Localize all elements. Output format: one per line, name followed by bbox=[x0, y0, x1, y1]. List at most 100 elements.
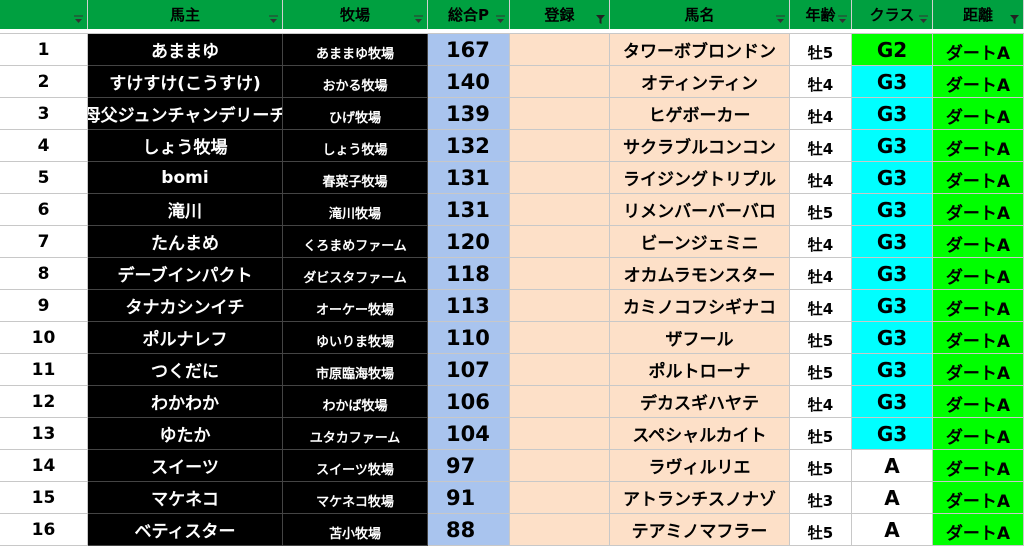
filter-dropdown-icon[interactable] bbox=[72, 13, 84, 25]
cell-owner[interactable]: 母父ジュンチャンデリーチ bbox=[88, 98, 283, 130]
cell-horse[interactable]: ビーンジェミニ bbox=[610, 226, 790, 258]
cell-rank[interactable]: 11 bbox=[0, 354, 88, 386]
cell-farm[interactable]: しょう牧場 bbox=[283, 130, 428, 162]
cell-owner[interactable]: bomi bbox=[88, 162, 283, 194]
cell-rank[interactable]: 7 bbox=[0, 226, 88, 258]
cell-age[interactable]: 牡3 bbox=[790, 482, 852, 514]
cell-farm[interactable]: あままゆ牧場 bbox=[283, 34, 428, 66]
cell-horse[interactable]: ヒゲボーカー bbox=[610, 98, 790, 130]
cell-rank[interactable]: 16 bbox=[0, 514, 88, 546]
cell-registration[interactable] bbox=[510, 226, 610, 258]
cell-age[interactable]: 牡5 bbox=[790, 514, 852, 546]
cell-rank[interactable]: 12 bbox=[0, 386, 88, 418]
cell-registration[interactable] bbox=[510, 194, 610, 226]
cell-age[interactable]: 牡5 bbox=[790, 418, 852, 450]
filter-dropdown-icon[interactable] bbox=[267, 13, 279, 25]
cell-class[interactable]: A bbox=[852, 450, 933, 482]
cell-farm[interactable]: ひげ牧場 bbox=[283, 98, 428, 130]
cell-age[interactable]: 牡5 bbox=[790, 450, 852, 482]
cell-owner[interactable]: ポルナレフ bbox=[88, 322, 283, 354]
cell-horse[interactable]: カミノコフシギナコ bbox=[610, 290, 790, 322]
cell-farm[interactable]: わかば牧場 bbox=[283, 386, 428, 418]
cell-farm[interactable]: ユタカファーム bbox=[283, 418, 428, 450]
cell-age[interactable]: 牡4 bbox=[790, 130, 852, 162]
cell-class[interactable]: G3 bbox=[852, 322, 933, 354]
header-registration[interactable]: 登録 bbox=[510, 0, 610, 29]
header-rank[interactable] bbox=[0, 0, 88, 29]
cell-class[interactable]: G3 bbox=[852, 290, 933, 322]
cell-class[interactable]: A bbox=[852, 514, 933, 546]
cell-points[interactable]: 132 bbox=[428, 130, 510, 162]
cell-farm[interactable]: 苫小牧場 bbox=[283, 514, 428, 546]
header-points[interactable]: 総合P bbox=[428, 0, 510, 29]
cell-age[interactable]: 牡4 bbox=[790, 162, 852, 194]
cell-age[interactable]: 牡4 bbox=[790, 98, 852, 130]
cell-horse[interactable]: リメンバーバーバロ bbox=[610, 194, 790, 226]
cell-points[interactable]: 88 bbox=[428, 514, 510, 546]
cell-distance[interactable]: ダートA bbox=[933, 162, 1024, 194]
cell-registration[interactable] bbox=[510, 322, 610, 354]
filter-dropdown-icon[interactable] bbox=[412, 13, 424, 25]
cell-distance[interactable]: ダートA bbox=[933, 418, 1024, 450]
cell-horse[interactable]: ポルトローナ bbox=[610, 354, 790, 386]
cell-rank[interactable]: 5 bbox=[0, 162, 88, 194]
cell-points[interactable]: 140 bbox=[428, 66, 510, 98]
header-farm[interactable]: 牧場 bbox=[283, 0, 428, 29]
cell-points[interactable]: 120 bbox=[428, 226, 510, 258]
cell-class[interactable]: G3 bbox=[852, 66, 933, 98]
cell-distance[interactable]: ダートA bbox=[933, 34, 1024, 66]
cell-registration[interactable] bbox=[510, 482, 610, 514]
cell-rank[interactable]: 15 bbox=[0, 482, 88, 514]
cell-horse[interactable]: ラヴィルリエ bbox=[610, 450, 790, 482]
cell-points[interactable]: 91 bbox=[428, 482, 510, 514]
cell-distance[interactable]: ダートA bbox=[933, 354, 1024, 386]
cell-horse[interactable]: ザフール bbox=[610, 322, 790, 354]
cell-rank[interactable]: 2 bbox=[0, 66, 88, 98]
cell-distance[interactable]: ダートA bbox=[933, 450, 1024, 482]
cell-rank[interactable]: 10 bbox=[0, 322, 88, 354]
cell-distance[interactable]: ダートA bbox=[933, 194, 1024, 226]
cell-registration[interactable] bbox=[510, 386, 610, 418]
cell-points[interactable]: 131 bbox=[428, 194, 510, 226]
cell-owner[interactable]: しょう牧場 bbox=[88, 130, 283, 162]
cell-farm[interactable]: ゆいりま牧場 bbox=[283, 322, 428, 354]
filter-dropdown-icon[interactable] bbox=[494, 13, 506, 25]
cell-class[interactable]: G3 bbox=[852, 418, 933, 450]
cell-distance[interactable]: ダートA bbox=[933, 66, 1024, 98]
cell-distance[interactable]: ダートA bbox=[933, 130, 1024, 162]
cell-owner[interactable]: 滝川 bbox=[88, 194, 283, 226]
cell-rank[interactable]: 3 bbox=[0, 98, 88, 130]
cell-points[interactable]: 97 bbox=[428, 450, 510, 482]
cell-horse[interactable]: タワーボブロンドン bbox=[610, 34, 790, 66]
cell-age[interactable]: 牡4 bbox=[790, 258, 852, 290]
cell-rank[interactable]: 9 bbox=[0, 290, 88, 322]
cell-registration[interactable] bbox=[510, 450, 610, 482]
cell-owner[interactable]: つくだに bbox=[88, 354, 283, 386]
cell-horse[interactable]: スペシャルカイト bbox=[610, 418, 790, 450]
cell-age[interactable]: 牡4 bbox=[790, 290, 852, 322]
cell-class[interactable]: G3 bbox=[852, 98, 933, 130]
cell-registration[interactable] bbox=[510, 418, 610, 450]
cell-age[interactable]: 牡5 bbox=[790, 194, 852, 226]
cell-owner[interactable]: あままゆ bbox=[88, 34, 283, 66]
cell-owner[interactable]: スイーツ bbox=[88, 450, 283, 482]
cell-rank[interactable]: 1 bbox=[0, 34, 88, 66]
filter-dropdown-icon[interactable] bbox=[836, 13, 848, 25]
cell-rank[interactable]: 6 bbox=[0, 194, 88, 226]
cell-farm[interactable]: 滝川牧場 bbox=[283, 194, 428, 226]
cell-distance[interactable]: ダートA bbox=[933, 98, 1024, 130]
cell-horse[interactable]: オカムラモンスター bbox=[610, 258, 790, 290]
cell-registration[interactable] bbox=[510, 66, 610, 98]
header-age[interactable]: 年齢 bbox=[790, 0, 852, 29]
cell-distance[interactable]: ダートA bbox=[933, 386, 1024, 418]
cell-points[interactable]: 107 bbox=[428, 354, 510, 386]
cell-points[interactable]: 131 bbox=[428, 162, 510, 194]
cell-class[interactable]: G3 bbox=[852, 130, 933, 162]
cell-distance[interactable]: ダートA bbox=[933, 482, 1024, 514]
cell-distance[interactable]: ダートA bbox=[933, 322, 1024, 354]
cell-farm[interactable]: スイーツ牧場 bbox=[283, 450, 428, 482]
cell-horse[interactable]: オティンティン bbox=[610, 66, 790, 98]
header-class[interactable]: クラス bbox=[852, 0, 933, 29]
cell-registration[interactable] bbox=[510, 130, 610, 162]
cell-owner[interactable]: デーブインパクト bbox=[88, 258, 283, 290]
